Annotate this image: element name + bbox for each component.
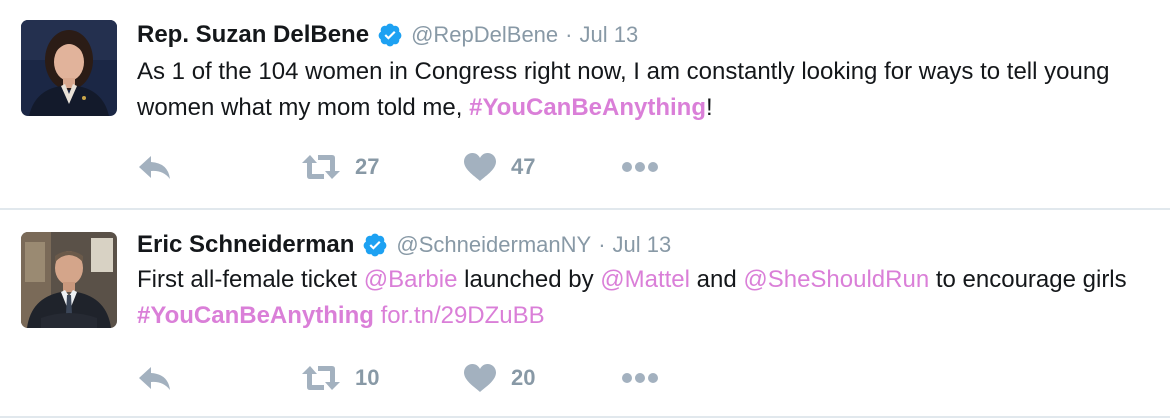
- tweet-text-part: launched by: [457, 266, 601, 293]
- mention-link[interactable]: @Barbie: [364, 266, 458, 293]
- verified-badge-icon: [377, 22, 403, 48]
- mention-link[interactable]: @Mattel: [600, 266, 690, 293]
- retweet-icon: [301, 363, 341, 393]
- retweet-count: 27: [355, 154, 380, 179]
- hashtag-link[interactable]: #YouCanBeAnything: [469, 94, 706, 121]
- author-name[interactable]: Eric Schneiderman: [137, 231, 354, 259]
- more-button[interactable]: [621, 361, 659, 395]
- tweet-text-part: and: [689, 266, 744, 293]
- author-handle[interactable]: @RepDelBene: [411, 22, 558, 48]
- tweet-date[interactable]: Jul 13: [613, 232, 672, 258]
- like-button[interactable]: 20: [463, 361, 535, 395]
- more-icon: [621, 372, 659, 384]
- like-count: 47: [511, 154, 536, 179]
- avatar[interactable]: [21, 232, 117, 328]
- tweet-text-part: !: [706, 94, 713, 121]
- url-link[interactable]: for.tn/29DZuBB: [381, 302, 545, 329]
- author-name[interactable]: Rep. Suzan DelBene: [137, 21, 369, 49]
- retweet-button[interactable]: 10: [301, 361, 379, 395]
- verified-badge-icon: [362, 232, 388, 258]
- tweet-text-part: First all-female ticket: [137, 266, 364, 293]
- more-button[interactable]: [621, 150, 659, 184]
- tweet-text-part: to encourage girls: [929, 266, 1127, 293]
- heart-icon: [463, 363, 497, 393]
- tweet[interactable]: Eric Schneiderman @SchneidermanNY · Jul …: [0, 210, 1170, 416]
- more-icon: [621, 161, 659, 173]
- mention-link[interactable]: @SheShouldRun: [743, 266, 929, 293]
- like-count: 20: [511, 365, 536, 390]
- reply-button[interactable]: [137, 150, 173, 184]
- tweet-header: Rep. Suzan DelBene @RepDelBene · Jul 13: [137, 20, 638, 50]
- avatar[interactable]: [21, 20, 117, 116]
- author-handle[interactable]: @SchneidermanNY: [396, 232, 591, 258]
- reply-icon: [137, 152, 173, 182]
- reply-button[interactable]: [137, 361, 173, 395]
- tweet-header: Eric Schneiderman @SchneidermanNY · Jul …: [137, 230, 671, 260]
- retweet-count: 10: [355, 365, 380, 390]
- tweet-text-part: [374, 302, 381, 329]
- tweet-text: First all-female ticket @Barbie launched…: [137, 262, 1147, 334]
- heart-icon: [463, 152, 497, 182]
- retweet-button[interactable]: 27: [301, 150, 379, 184]
- reply-icon: [137, 363, 173, 393]
- separator-dot: ·: [565, 22, 573, 47]
- tweet-date[interactable]: Jul 13: [579, 22, 638, 48]
- tweet[interactable]: Rep. Suzan DelBene @RepDelBene · Jul 13 …: [0, 0, 1170, 208]
- like-button[interactable]: 47: [463, 150, 535, 184]
- tweet-text: As 1 of the 104 women in Congress right …: [137, 54, 1147, 126]
- hashtag-link[interactable]: #YouCanBeAnything: [137, 302, 374, 329]
- separator-dot: ·: [598, 232, 606, 257]
- retweet-icon: [301, 152, 341, 182]
